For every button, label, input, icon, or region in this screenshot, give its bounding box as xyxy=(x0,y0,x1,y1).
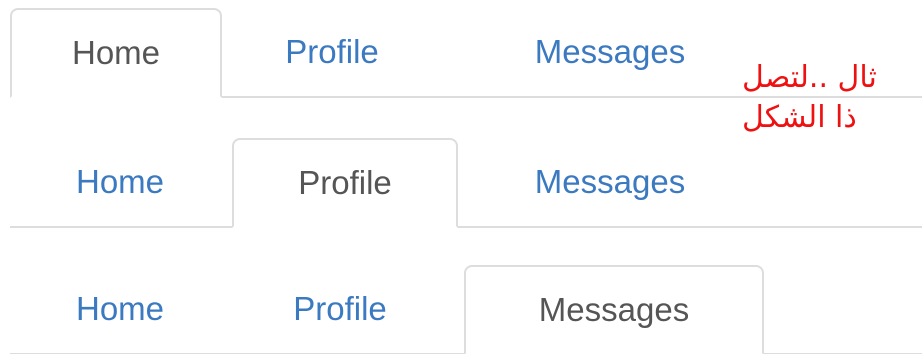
tab-home[interactable]: Home xyxy=(10,8,222,98)
tab-messages[interactable]: Messages xyxy=(464,265,764,354)
tab-home[interactable]: Home xyxy=(30,138,210,226)
tab-profile[interactable]: Profile xyxy=(232,8,432,96)
tab-home[interactable]: Home xyxy=(30,265,210,353)
tab-profile[interactable]: Profile xyxy=(250,265,430,353)
tab-row-divider xyxy=(10,226,922,228)
tab-row-profile-active: Home Profile Messages xyxy=(10,138,922,228)
tabs-demo-canvas: Home Profile Messages ثال ..لتصل ذا الشك… xyxy=(0,0,922,354)
tab-profile[interactable]: Profile xyxy=(232,138,458,228)
annotation-line-1: ثال ..لتصل xyxy=(742,60,877,95)
annotation-text: ثال ..لتصل ذا الشكل xyxy=(742,58,922,138)
tab-row-messages-active: Home Profile Messages xyxy=(10,265,922,354)
annotation-line-2: ذا الشكل xyxy=(742,100,857,135)
tab-messages[interactable]: Messages xyxy=(480,138,740,226)
tab-messages[interactable]: Messages xyxy=(480,8,740,96)
